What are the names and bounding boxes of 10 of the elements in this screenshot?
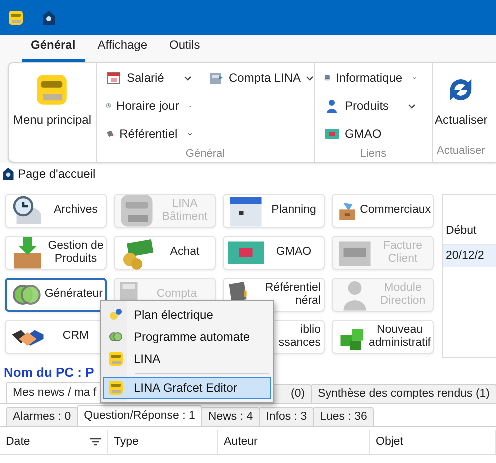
group-label: Actualiser xyxy=(436,144,486,159)
breadcrumb: Page d'accueil xyxy=(18,167,96,181)
column-header: Type xyxy=(114,436,139,448)
group-label: Liens xyxy=(359,147,388,162)
column-header: Date xyxy=(6,436,30,448)
column-header: Auteur xyxy=(224,436,258,448)
column-header: Objet xyxy=(376,436,404,448)
group-label: Général xyxy=(184,147,226,162)
table-cell: 20/12/2 xyxy=(443,245,496,267)
pc-name: Nom du PC : P xyxy=(3,364,96,382)
